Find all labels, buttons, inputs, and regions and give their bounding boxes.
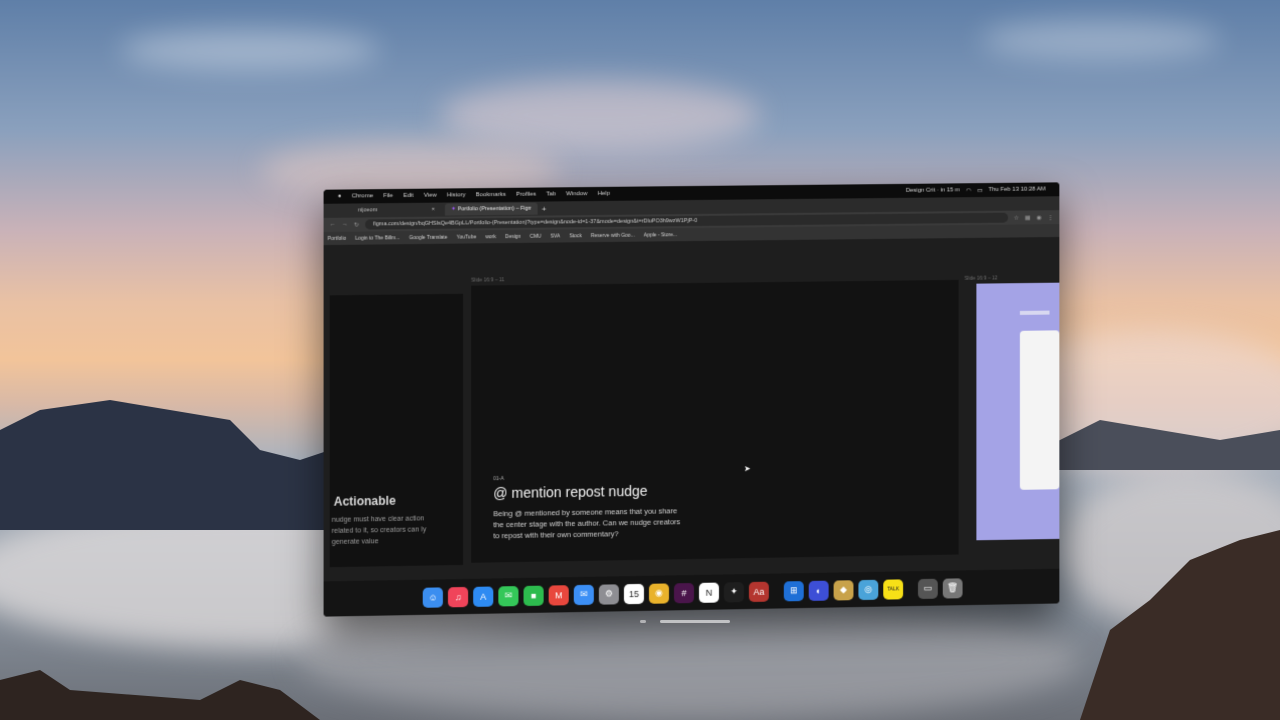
close-icon[interactable]: × [432, 207, 435, 213]
bookmark-item[interactable]: Google Translate [409, 234, 447, 240]
facetime-icon[interactable]: ■ [523, 585, 544, 606]
sky-cloud [120, 30, 380, 70]
music-icon[interactable]: ♫ [447, 586, 469, 607]
menu-item[interactable]: Edit [403, 193, 413, 199]
league-icon[interactable]: ◆ [833, 579, 854, 601]
finder-icon[interactable]: ☺ [422, 586, 443, 608]
menu-item[interactable]: View [424, 193, 437, 199]
bookmark-item[interactable]: SVA [550, 233, 560, 239]
slide-frame-next[interactable] [976, 282, 1060, 541]
menubar-clock[interactable]: Thu Feb 13 10:28 AM [989, 186, 1046, 193]
page-indicator-dot [640, 620, 646, 623]
slide-heading: Actionable [333, 493, 396, 509]
new-tab-button[interactable]: + [542, 204, 547, 213]
battery-icon[interactable]: ▭ [977, 187, 983, 194]
slide-body: Being @ mentioned by someone means that … [493, 506, 681, 541]
tab-label: Portfolio (Presentation) – Figma [457, 205, 532, 213]
gmail-icon[interactable]: M [548, 584, 569, 606]
apple-icon[interactable]: ● [338, 194, 342, 200]
menu-item[interactable]: Window [566, 191, 587, 197]
menu-item[interactable]: File [383, 193, 393, 199]
phone-mockup [1019, 330, 1060, 490]
trash-icon[interactable]: 🗑 [942, 577, 963, 599]
mockup-label [1019, 310, 1050, 315]
menu-item[interactable]: Bookmarks [476, 192, 506, 198]
bookmark-item[interactable]: Portfolio [328, 235, 347, 241]
bookmark-item[interactable]: Stock [569, 233, 582, 239]
arc-icon[interactable]: ◐ [808, 580, 829, 601]
menu-item[interactable]: History [447, 192, 466, 198]
chrome-icon[interactable]: ◉ [648, 582, 669, 604]
forward-icon[interactable]: → [342, 222, 348, 228]
tab-figma[interactable]: ✦ Portfolio (Presentation) – Figma [444, 202, 538, 216]
mountain-left [0, 400, 340, 530]
menu-item[interactable]: Help [597, 191, 609, 197]
extensions-icon[interactable]: ▦ [1025, 214, 1031, 221]
slack-icon[interactable]: # [673, 582, 694, 603]
frame-label: Slide 16:9 – 12 [964, 275, 998, 282]
wifi-icon[interactable]: ◠ [966, 187, 971, 194]
mail-icon[interactable]: ✉ [573, 584, 594, 605]
slide-frame-current[interactable]: 01-A @ mention repost nudge Being @ ment… [471, 279, 959, 563]
slide-title: @ mention repost nudge [493, 482, 648, 502]
profile-icon[interactable]: ◉ [1036, 214, 1041, 221]
bookmark-item[interactable]: CMU [530, 233, 541, 239]
menu-item[interactable]: Profiles [516, 192, 536, 198]
messages-icon[interactable]: ✉ [498, 585, 519, 606]
notion-icon[interactable]: N [698, 582, 719, 603]
preview-icon[interactable]: ◎ [858, 579, 879, 600]
bookmark-item[interactable]: YouTube [457, 234, 477, 240]
figma-canvas[interactable]: Actionable nudge must have clear action … [323, 236, 1060, 582]
figma-icon: ✦ [450, 206, 456, 213]
calendar-event-status[interactable]: Design Crit · in 15 m [906, 187, 960, 194]
slide-label-small: 01-A [493, 475, 504, 483]
bookmark-item[interactable]: Apple - Store... [644, 232, 677, 238]
bookmark-item[interactable]: Login to The Billm... [355, 235, 400, 242]
figma-icon[interactable]: ✦ [723, 581, 744, 602]
more-menu-icon[interactable]: ⋮ [1048, 214, 1054, 221]
dictionary-icon[interactable]: Aa [748, 581, 769, 602]
calendar-icon[interactable]: 15 [623, 583, 644, 604]
bookmark-item[interactable]: Design [505, 233, 521, 239]
desktop-background: ● Chrome File Edit View History Bookmark… [0, 0, 1280, 720]
bookmark-star-icon[interactable]: ☆ [1014, 214, 1019, 221]
bookmark-item[interactable]: Reserve with Goo... [591, 232, 635, 238]
system-settings-icon[interactable]: ⚙ [598, 583, 619, 605]
tab-1[interactable]: nijoeom × [352, 204, 441, 217]
menu-item[interactable]: Chrome [352, 193, 374, 199]
windows-app-icon[interactable]: ⊞ [783, 580, 804, 601]
frame-label: Slide 16:9 – 11 [471, 277, 505, 284]
sky-cloud [980, 20, 1220, 60]
mouse-cursor: ➤ [743, 464, 751, 474]
tab-label: nijoeom [358, 207, 378, 214]
mountain-right [1040, 420, 1280, 470]
page-indicator-bar [660, 620, 730, 623]
slide-frame-previous[interactable]: Actionable nudge must have clear action … [329, 293, 464, 568]
reload-icon[interactable]: ↻ [354, 221, 359, 228]
rock-right [1080, 530, 1280, 720]
back-icon[interactable]: ← [330, 222, 336, 228]
slide-body: nudge must have clear action related to … [331, 515, 427, 547]
sky-cloud [440, 80, 760, 150]
browser-window: ● Chrome File Edit View History Bookmark… [323, 182, 1060, 617]
menu-item[interactable]: Tab [546, 191, 556, 197]
bookmark-item[interactable]: work [485, 234, 496, 240]
cloud-sea [300, 600, 1080, 720]
kakaotalk-icon[interactable]: TALK [883, 578, 904, 600]
rock-left [0, 670, 320, 720]
screenshot-icon[interactable]: ▭ [917, 578, 938, 599]
app-store-icon[interactable]: A [473, 585, 494, 607]
